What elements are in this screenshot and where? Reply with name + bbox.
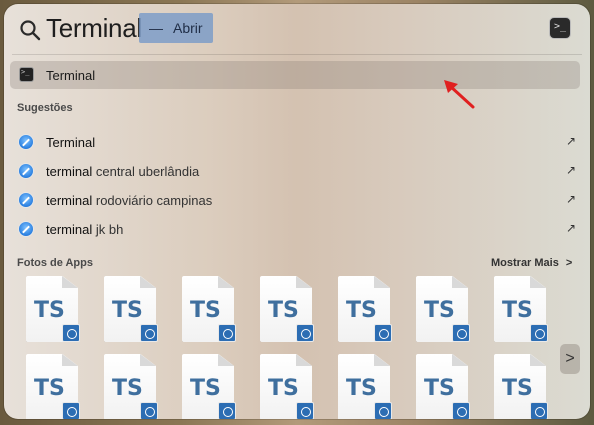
suggestion-text: terminal central uberlândia [46,164,199,179]
suggestion-match: terminal [46,193,93,208]
app-photo-tile[interactable]: TS [414,354,476,419]
suggestion-match: Terminal [46,135,96,150]
app-photo-tile[interactable]: TS [24,276,86,346]
suggestion-text: terminal rodoviário campinas [46,193,212,208]
app-photo-tile[interactable]: TS [180,276,242,346]
suggestion-match: terminal [46,222,93,237]
ts-label: TS [502,298,533,323]
suggestion-text: terminal jk bh [46,222,123,237]
ts-label: TS [424,298,455,323]
open-external-arrow-icon[interactable]: ↗ [566,134,576,148]
autocomplete-dash: — [149,20,163,36]
safari-icon [18,221,34,237]
suggestion-rest: rodoviário campinas [92,193,213,208]
suggestion-text: Terminal [46,135,95,150]
ts-label: TS [190,376,221,401]
app-badge-icon [452,402,470,419]
ts-label: TS [190,298,221,323]
top-hit-result[interactable]: Terminal [10,61,580,89]
app-photo-tile[interactable]: TS [24,354,86,419]
app-badge-icon [218,324,236,342]
ts-label: TS [424,376,455,401]
open-external-arrow-icon[interactable]: ↗ [566,221,576,235]
open-external-arrow-icon[interactable]: ↗ [566,163,576,177]
app-badge-icon [296,402,314,419]
search-icon [20,20,41,41]
safari-icon [18,134,34,150]
app-badge-icon [530,402,548,419]
app-photo-tile[interactable]: TS [180,354,242,419]
app-badge-icon [140,324,158,342]
ts-label: TS [34,298,65,323]
suggestions-section-title: Sugestões [17,102,73,114]
suggestion-rest: jk bh [92,222,124,237]
suggestion-match: terminal [46,164,93,179]
divider [12,54,582,55]
ts-label: TS [34,376,65,401]
app-photo-tile[interactable]: TS [102,276,164,346]
app-photos-section-title: Fotos de Apps [17,257,93,269]
ts-label: TS [268,376,299,401]
app-photo-tile[interactable]: TS [492,354,554,419]
ts-label: TS [268,298,299,323]
red-arrow-pointer-icon [444,80,475,109]
show-more-button[interactable]: Mostrar Mais > [491,257,572,269]
search-row: Terminal — Abrir >_ [4,4,590,54]
suggestion-item[interactable]: terminal rodoviário campinas ↗ [10,187,580,213]
suggestion-item[interactable]: terminal central uberlândia ↗ [10,158,580,184]
suggestion-rest: central uberlândia [92,164,200,179]
ts-label: TS [112,298,143,323]
ts-label: TS [502,376,533,401]
app-badge-icon [62,402,80,419]
app-photo-tile[interactable]: TS [102,354,164,419]
chevron-right-icon[interactable]: > [560,344,580,374]
safari-icon [18,163,34,179]
top-hit-label: Terminal [46,68,96,83]
app-photo-tile[interactable]: TS [336,276,398,346]
spotlight-panel: Terminal — Abrir >_ Terminal Sugestões T… [4,4,590,419]
autocomplete-open-hint[interactable]: — Abrir [139,13,213,43]
chevron-right-icon: > [565,257,573,269]
app-badge-icon [140,402,158,419]
app-photo-tile[interactable]: TS [414,276,476,346]
safari-icon [18,192,34,208]
show-more-label: Mostrar Mais [491,257,559,269]
terminal-icon[interactable]: >_ [549,17,571,39]
app-photo-tile[interactable]: TS [258,276,320,346]
app-badge-icon [374,402,392,419]
ts-label: TS [346,298,377,323]
app-photo-tile[interactable]: TS [258,354,320,419]
app-badge-icon [218,402,236,419]
ts-label: TS [112,376,143,401]
app-badge-icon [62,324,80,342]
app-photos-grid: TS TS TS TS TS TS TS TS TS TS TS TS TS TS [24,276,584,419]
app-badge-icon [374,324,392,342]
ts-label: TS [346,376,377,401]
autocomplete-action-label: Abrir [173,20,203,36]
app-photo-tile[interactable]: TS [336,354,398,419]
app-photo-tile[interactable]: TS [492,276,554,346]
app-badge-icon [452,324,470,342]
terminal-icon [19,67,34,82]
search-input[interactable]: Terminal [46,13,142,44]
suggestion-item[interactable]: Terminal ↗ [10,129,580,155]
app-badge-icon [530,324,548,342]
open-external-arrow-icon[interactable]: ↗ [566,192,576,206]
suggestion-item[interactable]: terminal jk bh ↗ [10,216,580,242]
app-badge-icon [296,324,314,342]
